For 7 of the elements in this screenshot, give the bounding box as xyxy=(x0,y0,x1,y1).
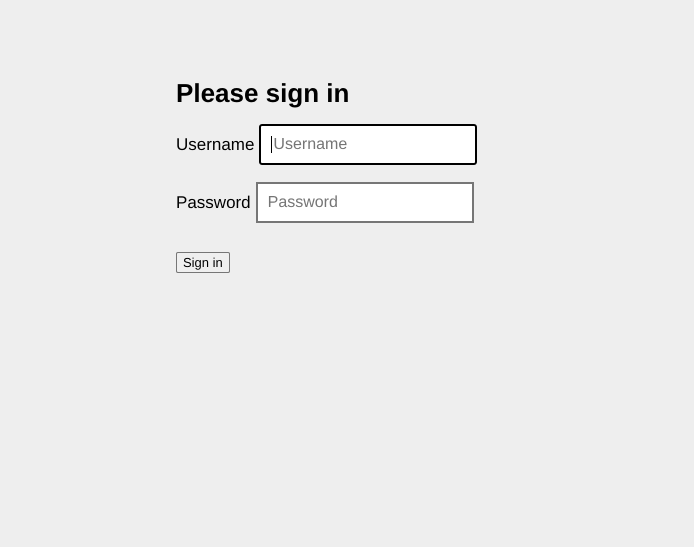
field-label: Password xyxy=(176,192,251,214)
sign-in-button[interactable]: Sign in xyxy=(176,252,230,273)
text-cursor-icon xyxy=(271,136,272,153)
input-field[interactable]: Password xyxy=(256,182,474,223)
field-label: Username xyxy=(176,134,254,156)
page-heading: Please sign in xyxy=(176,77,350,110)
input-field[interactable]: Username xyxy=(259,124,478,165)
